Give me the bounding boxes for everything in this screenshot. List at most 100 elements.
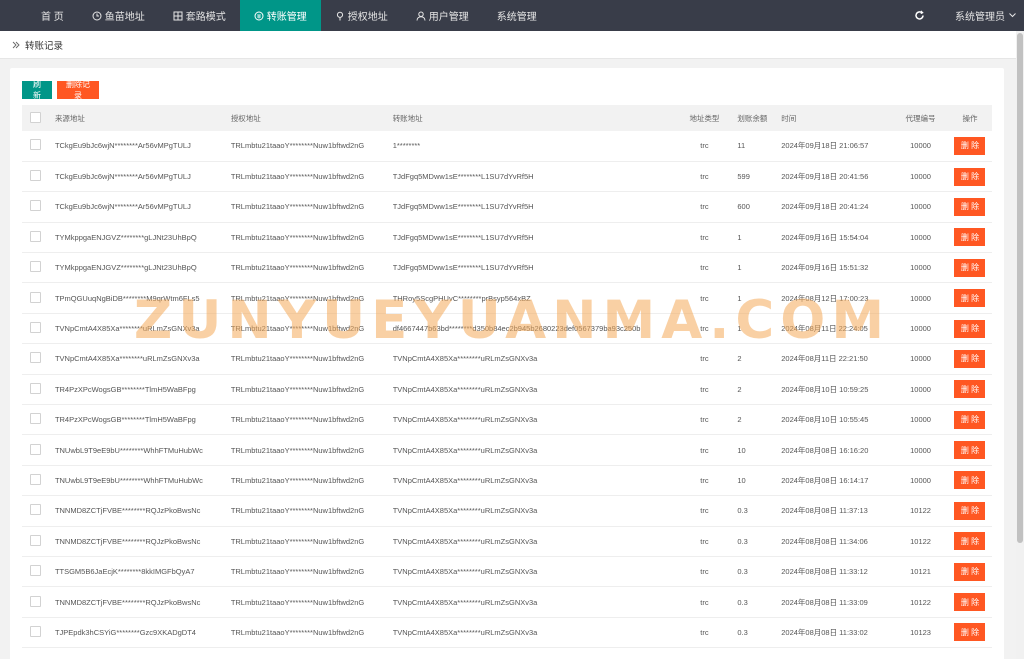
row-checkbox[interactable] [30, 139, 41, 151]
row-checkbox[interactable] [30, 382, 41, 394]
nav-home[interactable]: 首 页 [0, 0, 78, 31]
cell-agent: 10000 [910, 324, 931, 334]
delete-row-button[interactable]: 删 除 [954, 167, 986, 186]
row-checkbox[interactable] [30, 322, 41, 334]
cell-type: trc [700, 232, 709, 242]
page-scrollbar[interactable] [1016, 31, 1024, 659]
nav-system-management[interactable]: 系统管理 [483, 0, 551, 31]
row-checkbox[interactable] [30, 352, 41, 364]
header-to[interactable]: 转账地址 [393, 105, 680, 131]
header-balance[interactable]: 划账余额 [729, 105, 781, 131]
cell-balance: 11 [737, 141, 746, 151]
delete-row-button[interactable]: 删 除 [954, 410, 986, 429]
delete-row-button[interactable]: 删 除 [954, 441, 986, 460]
cell-to: TJdFgq5MDww1sE********L1SU7dYvRf5H [392, 202, 534, 212]
table-row: TNNMD8ZCTjFVBE********RQJzPkoBwsNc TRLmbt… [22, 496, 992, 527]
cell-time: 2024年08月08日 16:14:17 [781, 475, 869, 485]
refresh-button[interactable]: 刷 新 [22, 80, 52, 100]
toolbar: 刷 新 删除记录 [22, 80, 99, 100]
cell-type: trc [700, 506, 709, 516]
delete-row-button[interactable]: 删 除 [954, 471, 986, 490]
header-source[interactable]: 来源地址 [55, 105, 231, 131]
delete-row-button[interactable]: 删 除 [954, 197, 986, 216]
cell-auth: TRLmbtu21taaoY********Nuw1bftwd2nG [230, 172, 365, 182]
row-checkbox[interactable] [30, 413, 41, 425]
cell-auth: TRLmbtu21taaoY********Nuw1bftwd2nG [230, 354, 365, 364]
breadcrumb-current[interactable]: 转账记录 [25, 38, 63, 52]
header-auth[interactable]: 授权地址 [231, 105, 393, 131]
nav-user-management[interactable]: 用户管理 [402, 0, 483, 31]
clock-icon [92, 11, 102, 21]
delete-row-button[interactable]: 删 除 [954, 562, 986, 581]
cell-balance: 0.3 [737, 567, 748, 577]
nav-trick-mode[interactable]: 套路模式 [159, 0, 240, 31]
cell-agent: 10123 [910, 627, 931, 637]
nav-fish-address-label: 鱼苗地址 [104, 12, 145, 23]
cell-balance: 600 [737, 202, 750, 212]
cell-agent: 10121 [910, 567, 931, 577]
delete-row-button[interactable]: 删 除 [954, 136, 986, 155]
header-agent[interactable]: 代理编号 [893, 105, 948, 131]
delete-row-button[interactable]: 删 除 [954, 349, 986, 368]
delete-row-button[interactable]: 删 除 [954, 258, 986, 277]
cell-operation: 删 除 [948, 526, 992, 556]
delete-row-button[interactable]: 删 除 [954, 501, 986, 520]
cell-agent: 10122 [910, 536, 931, 546]
cell-to: 1******** [392, 141, 421, 151]
row-checkbox[interactable] [30, 534, 41, 546]
row-checkbox-cell [22, 526, 55, 556]
row-checkbox[interactable] [30, 473, 41, 485]
row-checkbox-cell [22, 617, 55, 647]
delete-row-button[interactable]: 删 除 [954, 623, 986, 642]
row-checkbox[interactable] [30, 170, 41, 182]
header-time[interactable]: 时间 [781, 105, 893, 131]
cell-time: 2024年08月08日 11:33:12 [781, 567, 868, 577]
cell-to: TJdFgq5MDww1sE********L1SU7dYvRf5H [392, 172, 534, 182]
cell-source: TNUwbL9T9eE9bU********WhhFTMuHubWc [54, 475, 203, 485]
cell-to: TVNpCmtA4X85Xa********uRLmZsGNXv3a [392, 445, 538, 455]
nav-right-group: 系统管理员 [904, 0, 1024, 31]
nav-transfer-management[interactable]: 转账管理 [239, 0, 321, 31]
cell-time: 2024年08月08日 11:37:13 [781, 506, 868, 516]
cell-operation: 删 除 [948, 313, 992, 343]
row-checkbox[interactable] [30, 230, 41, 242]
cell-auth: TRLmbtu21taaoY********Nuw1bftwd2nG [230, 597, 365, 607]
header-type[interactable]: 地址类型 [680, 105, 730, 131]
table-row: TNUwbL9T9eE9bU********WhhFTMuHubWc TRLmbt… [22, 435, 992, 466]
nav-fish-address[interactable]: 鱼苗地址 [78, 0, 159, 31]
table-row: TCkgEu9bJc6wjN********Ar56vMPgTULJ TRLmbt… [22, 131, 992, 162]
delete-row-button[interactable]: 删 除 [954, 532, 986, 551]
cell-balance: 10 [737, 475, 746, 485]
delete-row-button[interactable]: 删 除 [954, 593, 986, 612]
delete-row-button[interactable]: 删 除 [954, 289, 986, 308]
row-checkbox[interactable] [30, 565, 41, 577]
delete-row-button[interactable]: 删 除 [954, 319, 986, 338]
cell-source: TTSGM5B6JaEcjK********8kkIMGFbQyA7 [54, 567, 195, 577]
cell-source: TR4PzXPcWogsGB********TlmH5WaBFpg [54, 384, 196, 394]
delete-records-button[interactable]: 删除记录 [57, 80, 99, 100]
cell-type: trc [700, 324, 709, 334]
cell-balance: 599 [737, 172, 750, 182]
cell-auth: TRLmbtu21taaoY********Nuw1bftwd2nG [230, 232, 365, 242]
row-checkbox[interactable] [30, 625, 41, 637]
delete-row-button[interactable]: 删 除 [954, 228, 986, 247]
row-checkbox-cell [22, 496, 55, 526]
row-checkbox[interactable] [30, 291, 41, 303]
refresh-icon[interactable] [904, 0, 935, 31]
admin-menu[interactable]: 系统管理员 [955, 8, 1024, 23]
cell-time: 2024年08月12日 17:00:23 [781, 293, 869, 303]
row-checkbox[interactable] [30, 200, 41, 212]
row-checkbox[interactable] [30, 595, 41, 607]
row-checkbox[interactable] [30, 261, 41, 273]
cell-agent: 10000 [910, 263, 931, 273]
cell-time: 2024年08月08日 16:16:20 [781, 445, 869, 455]
row-checkbox[interactable] [30, 504, 41, 516]
cell-agent: 10000 [910, 293, 931, 303]
row-checkbox[interactable] [30, 443, 41, 455]
scrollbar-thumb[interactable] [1017, 33, 1023, 543]
delete-row-button[interactable]: 删 除 [954, 380, 986, 399]
nav-authorized-address[interactable]: 授权地址 [321, 0, 402, 31]
select-all-checkbox[interactable] [30, 111, 41, 123]
cell-type: trc [700, 202, 709, 212]
cell-source: TNNMD8ZCTjFVBE********RQJzPkoBwsNc [54, 597, 201, 607]
